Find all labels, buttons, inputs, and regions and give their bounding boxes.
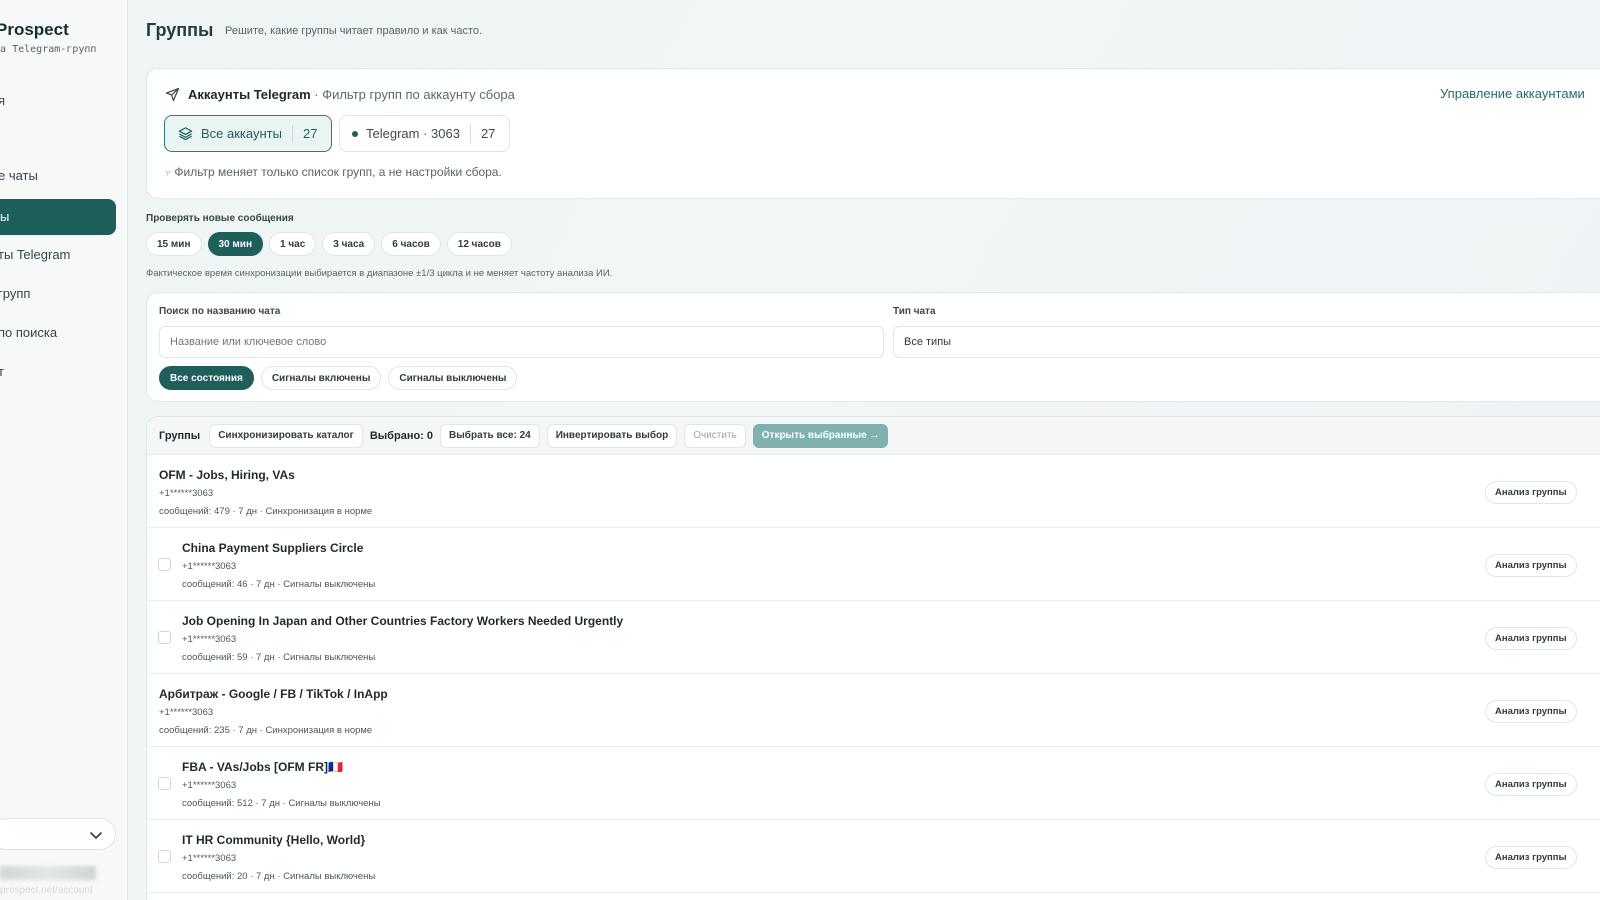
accounts-card: Аккаунты Telegram · Фильтр групп по акка… — [146, 68, 1600, 199]
sidebar: Prospect тика Telegram-групп я е чаты ы … — [0, 0, 128, 900]
group-phone: +1******3063 — [182, 780, 237, 791]
state-filters: Все состояния Сигналы включены Сигналы в… — [159, 366, 518, 390]
group-row[interactable]: OFM - Jobs, Hiring, VAs +1******3063 соо… — [147, 455, 1600, 528]
group-title: FBA - VAs/Jobs [OFM FR]🇫🇷 — [182, 760, 343, 774]
group-row[interactable]: Job Opening In Japan and Other Countries… — [147, 601, 1600, 674]
state-signals-on[interactable]: Сигналы включены — [260, 366, 382, 390]
account-avatar-blurred — [0, 866, 96, 880]
group-phone: +1******3063 — [159, 488, 214, 499]
search-label: Поиск по названию чата — [159, 306, 281, 317]
group-phone: +1******3063 — [182, 561, 237, 572]
accounts-title: Аккаунты Telegram — [188, 87, 311, 102]
clear-button[interactable]: Очистить — [684, 423, 746, 448]
sidebar-item-1[interactable]: е чаты — [0, 158, 38, 194]
chat-type-select[interactable]: Все типы — [893, 326, 1600, 358]
interval-1-hour[interactable]: 1 час — [269, 232, 317, 256]
sync-catalog-button[interactable]: Синхронизировать каталог — [209, 423, 363, 448]
chat-type-label: Тип чата — [893, 306, 936, 317]
accounts-note: ⑂ Фильтр меняет только список групп, а не… — [165, 165, 502, 179]
filter-card: Поиск по названию чата Тип чата Все типы… — [146, 292, 1600, 402]
telegram-account-count: 27 — [480, 126, 496, 141]
interval-12-hours[interactable]: 12 часов — [446, 232, 512, 256]
analyze-group-button[interactable]: Анализ группы — [1485, 700, 1577, 723]
sidebar-item-telegram-accounts[interactable]: ты Telegram — [0, 237, 70, 273]
group-row[interactable]: China Payment Suppliers Circle +1******3… — [147, 528, 1600, 601]
telegram-account-label: Telegram · 3063 — [366, 126, 460, 141]
all-accounts-count: 27 — [302, 126, 318, 141]
accounts-subtitle: · Фильтр групп по аккаунту сбора — [314, 87, 515, 102]
groups-toolbar: Группы Синхронизировать каталог Выбрано:… — [147, 417, 1600, 455]
analyze-group-button[interactable]: Анализ группы — [1485, 481, 1577, 504]
page-title: Группы — [146, 20, 214, 40]
interval-6-hours[interactable]: 6 часов — [381, 232, 441, 256]
group-meta: сообщений: 235 · 7 дн · Синхронизация в … — [159, 725, 373, 736]
group-row[interactable]: Арбитраж - Google / FB / TikTok / InApp … — [147, 674, 1600, 747]
group-checkbox[interactable] — [158, 850, 171, 863]
group-title: Арбитраж - Google / FB / TikTok / InApp — [159, 687, 388, 701]
group-checkbox[interactable] — [158, 777, 171, 790]
group-checkbox[interactable] — [158, 558, 171, 571]
group-row[interactable]: IT HR Community {Hello, World} +1******3… — [147, 820, 1600, 893]
groups-card: Группы Синхронизировать каталог Выбрано:… — [146, 416, 1600, 900]
groups-toolbar-title: Группы — [159, 429, 201, 442]
group-title: OFM - Jobs, Hiring, VAs — [159, 468, 295, 482]
group-title: China Payment Suppliers Circle — [182, 541, 364, 555]
accounts-header: Аккаунты Telegram · Фильтр групп по акка… — [165, 87, 515, 102]
group-meta: сообщений: 59 · 7 дн · Сигналы выключены — [182, 652, 376, 663]
group-title: IT HR Community {Hello, World} — [182, 833, 366, 847]
interval-15-min[interactable]: 15 мин — [146, 232, 202, 256]
group-meta: сообщений: 512 · 7 дн · Сигналы выключен… — [182, 798, 381, 809]
sidebar-item-5[interactable]: по поиска — [0, 315, 57, 351]
group-phone: +1******3063 — [182, 634, 237, 645]
brand: Prospect тика Telegram-групп — [0, 20, 96, 55]
sidebar-item-4[interactable]: групп — [0, 276, 30, 312]
send-icon — [165, 87, 180, 102]
state-all[interactable]: Все состояния — [159, 366, 254, 390]
brand-subtitle: тика Telegram-групп — [0, 44, 97, 55]
manage-accounts-link[interactable]: Управление аккаунтами — [1440, 86, 1585, 101]
telegram-account-chip[interactable]: Telegram · 3063 27 — [339, 115, 510, 152]
sync-note: Фактическое время синхронизации выбирает… — [146, 268, 613, 279]
all-accounts-label: Все аккаунты — [201, 126, 282, 141]
interval-options: 15 мин 30 мин 1 час 3 часа 6 часов 12 ча… — [146, 232, 512, 256]
invert-selection-button[interactable]: Инвертировать выбор — [546, 423, 678, 448]
group-phone: +1******3063 — [182, 853, 237, 864]
group-meta: сообщений: 479 · 7 дн · Синхронизация в … — [159, 506, 373, 517]
analyze-group-button[interactable]: Анализ группы — [1485, 773, 1577, 796]
analyze-group-button[interactable]: Анализ группы — [1485, 554, 1577, 577]
sidebar-item-6[interactable]: т — [0, 354, 4, 390]
analyze-group-button[interactable]: Анализ группы — [1485, 627, 1577, 650]
layers-icon — [178, 127, 193, 141]
sidebar-item-groups[interactable]: ы — [0, 199, 116, 235]
group-title: Job Opening In Japan and Other Countries… — [182, 614, 624, 628]
group-meta: сообщений: 46 · 7 дн · Сигналы выключены — [182, 579, 376, 590]
page-subtitle: Решите, какие группы читает правило и ка… — [225, 25, 483, 37]
account-switcher[interactable] — [0, 818, 116, 850]
interval-label: Проверять новые сообщения — [146, 213, 294, 224]
filter-icon: ⑂ — [165, 168, 171, 178]
sidebar-item-0[interactable]: я — [0, 83, 5, 119]
group-phone: +1******3063 — [159, 707, 214, 718]
state-signals-off[interactable]: Сигналы выключены — [388, 366, 518, 390]
selected-count: Выбрано: 0 — [369, 429, 434, 442]
chevron-down-icon — [90, 832, 102, 840]
open-selected-button[interactable]: Открыть выбранные → — [752, 423, 889, 448]
status-dot-icon — [352, 130, 358, 137]
brand-name: Prospect — [0, 20, 69, 39]
select-all-button[interactable]: Выбрать все: 24 — [440, 423, 540, 448]
group-meta: сообщений: 20 · 7 дн · Сигналы выключены — [182, 871, 376, 882]
interval-3-hours[interactable]: 3 часа — [322, 232, 376, 256]
analyze-group-button[interactable]: Анализ группы — [1485, 846, 1577, 869]
main-content: Группы Решите, какие группы читает прави… — [128, 0, 1600, 900]
search-input[interactable] — [159, 326, 884, 358]
interval-30-min[interactable]: 30 мин — [207, 232, 263, 256]
account-footer-text: prospect.net/account — [0, 885, 93, 896]
group-checkbox[interactable] — [158, 631, 171, 644]
all-accounts-chip[interactable]: Все аккаунты 27 — [164, 115, 332, 152]
group-row[interactable]: FBA - VAs/Jobs [OFM FR]🇫🇷 +1******3063 с… — [147, 747, 1600, 820]
